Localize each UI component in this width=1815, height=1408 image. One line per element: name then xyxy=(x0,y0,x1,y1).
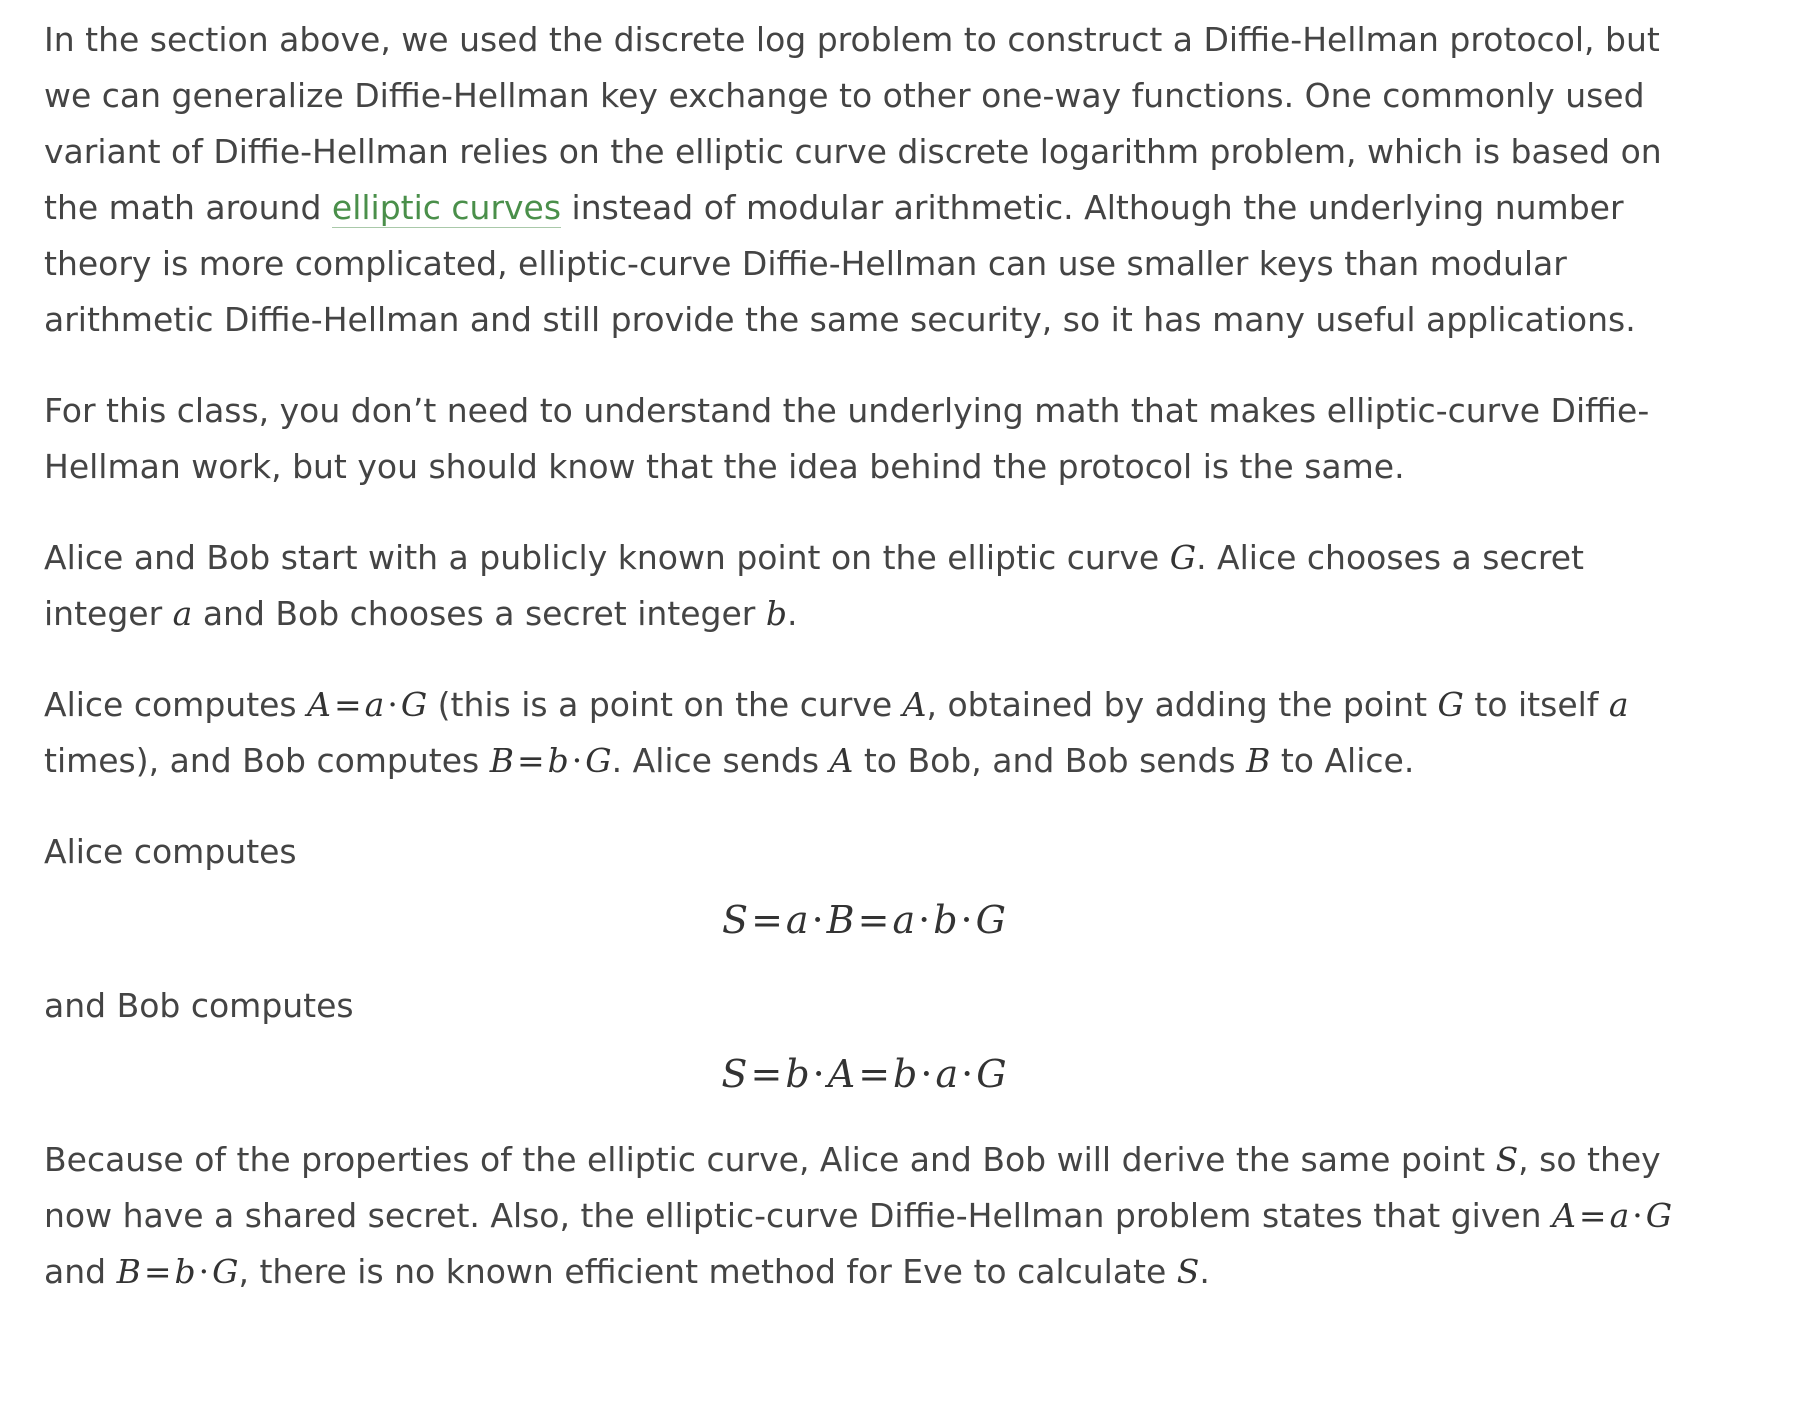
math-B: B xyxy=(1246,741,1271,780)
equation-alice: S=a·B=a·b·G xyxy=(722,898,1006,942)
math-A: A xyxy=(829,741,854,780)
paragraph-alice-computes: Alice computes xyxy=(44,832,297,871)
math-B-eq-bG: B=b·G xyxy=(489,741,612,780)
elliptic-curves-link[interactable]: elliptic curves xyxy=(331,188,562,228)
math-A-eq-aG: A=a·G xyxy=(307,685,428,724)
math-A: A xyxy=(902,685,927,724)
paragraph-class-note: For this class, you don’t need to unders… xyxy=(44,391,1650,486)
paragraph-compute: Alice computes A=a·G (this is a point on… xyxy=(44,685,1629,780)
math-S: S xyxy=(1495,1140,1519,1179)
math-S: S xyxy=(1176,1252,1200,1291)
paragraph-conclusion: Because of the properties of the ellipti… xyxy=(44,1140,1673,1291)
math-G: G xyxy=(1437,685,1464,724)
math-a: a xyxy=(1608,685,1629,724)
math-A-eq-aG: A=a·G xyxy=(1552,1196,1673,1235)
math-G: G xyxy=(1169,538,1197,577)
math-a: a xyxy=(172,594,193,633)
paragraph-setup: Alice and Bob start with a publicly know… xyxy=(44,538,1584,633)
math-B-eq-bG: B=b·G xyxy=(116,1252,239,1291)
paragraph-intro: In the section above, we used the discre… xyxy=(44,20,1662,339)
article-body: In the section above, we used the discre… xyxy=(44,12,1704,1335)
paragraph-bob-computes: and Bob computes xyxy=(44,986,354,1025)
equation-bob: S=b·A=b·a·G xyxy=(721,1052,1007,1096)
math-b: b xyxy=(765,594,787,633)
